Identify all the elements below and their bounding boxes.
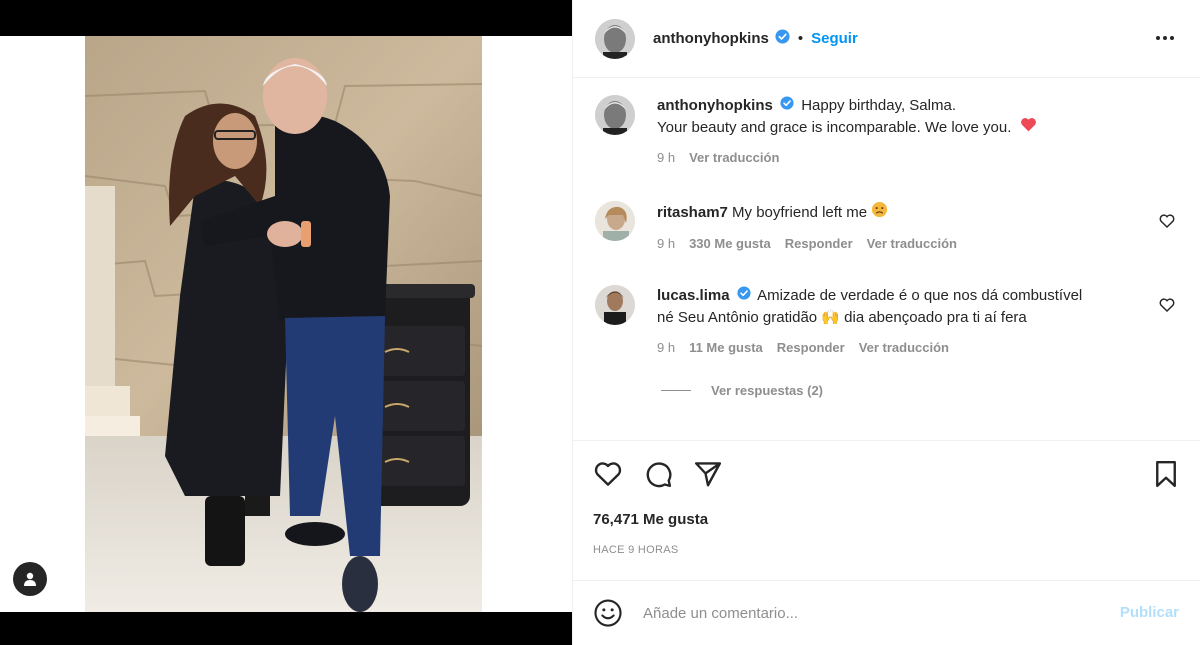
translate-link[interactable]: Ver traducción (867, 233, 957, 255)
view-replies-label: Ver respuestas (2) (711, 383, 824, 398)
user-tag-icon[interactable] (13, 562, 47, 596)
post-actions-section: 76,471 Me gusta HACE 9 HORAS (573, 440, 1200, 580)
caption-username[interactable]: anthonyhopkins (657, 97, 773, 114)
comment-text-line1: Amizade de verdade é o que nos dá combus… (757, 287, 1083, 304)
commenter-avatar[interactable] (595, 201, 635, 241)
verified-badge-icon (737, 285, 751, 307)
view-replies-button[interactable]: Ver respuestas (2) (661, 383, 823, 398)
share-icon[interactable] (693, 459, 723, 489)
post-photo[interactable] (85, 36, 482, 612)
comment-username[interactable]: ritasham7 (657, 204, 728, 221)
caption-meta: 9 h Ver traducción (657, 147, 1157, 169)
comments-list[interactable]: anthonyhopkins Happy birthday, Salma. Yo… (573, 79, 1200, 439)
comment-text-line2: né Seu Antônio gratidão 🙌 dia abençoado … (657, 309, 1027, 327)
verified-badge-icon (780, 95, 794, 117)
reply-link[interactable]: Responder (785, 233, 853, 255)
media-right-margin (482, 36, 572, 612)
caption-body: anthonyhopkins Happy birthday, Salma. Yo… (657, 95, 1157, 169)
reply-link[interactable]: Responder (777, 337, 845, 359)
bookmark-icon[interactable] (1151, 459, 1181, 489)
add-comment-bar: Publicar (573, 580, 1200, 645)
emoji-icon[interactable] (593, 598, 623, 628)
comment-likes[interactable]: 330 Me gusta (689, 233, 771, 255)
media-left-margin (0, 36, 85, 612)
comment-username[interactable]: lucas.lima (657, 287, 730, 304)
heart-icon[interactable] (593, 459, 623, 489)
likes-count[interactable]: 76,471 Me gusta (593, 511, 708, 528)
comment-meta: 9 h 330 Me gusta Responder Ver traducció… (657, 233, 1157, 255)
post-header: anthonyhopkins • Seguir (573, 0, 1200, 78)
post-timestamp: HACE 9 HORAS (593, 544, 679, 556)
comment-input[interactable] (643, 604, 1083, 622)
sad-face-emoji-icon (871, 201, 888, 225)
author-username[interactable]: anthonyhopkins (653, 30, 769, 47)
post-media-area (0, 0, 572, 645)
comment-body: lucas.lima Amizade de verdade é o que no… (657, 285, 1157, 359)
follow-button[interactable]: Seguir (811, 30, 858, 47)
comment-time: 9 h (657, 236, 676, 251)
translate-link[interactable]: Ver traducción (859, 337, 949, 359)
comment-like-heart-icon[interactable] (1159, 297, 1175, 313)
red-heart-icon (1020, 117, 1037, 139)
caption-translate-link[interactable]: Ver traducción (689, 147, 779, 169)
media-bottom-letterbox (0, 612, 572, 645)
comment-likes[interactable]: 11 Me gusta (689, 337, 763, 359)
author-avatar[interactable] (595, 18, 635, 59)
comment-body: ritasham7 My boyfriend left me 9 h 330 M… (657, 201, 1157, 255)
comment-meta: 9 h 11 Me gusta Responder Ver traducción (657, 337, 1157, 359)
post-side-panel: anthonyhopkins • Seguir anthonyhopkins H… (572, 0, 1200, 645)
caption-text-line2: Your beauty and grace is incomparable. W… (657, 119, 1012, 137)
comment-like-heart-icon[interactable] (1159, 213, 1175, 229)
comment-time: 9 h (657, 340, 676, 356)
header-separator: • (797, 30, 804, 47)
caption-time: 9 h (657, 150, 676, 166)
caption-text-line1: Happy birthday, Salma. (801, 97, 956, 114)
verified-badge-icon (775, 28, 790, 49)
comment-icon[interactable] (643, 459, 673, 489)
author-avatar[interactable] (595, 95, 635, 135)
publish-button[interactable]: Publicar (1120, 604, 1179, 621)
media-top-letterbox (0, 0, 572, 36)
replies-divider (661, 390, 691, 391)
comment-text: My boyfriend left me (732, 203, 868, 221)
commenter-avatar[interactable] (595, 285, 635, 325)
more-options-icon[interactable] (1153, 28, 1177, 48)
